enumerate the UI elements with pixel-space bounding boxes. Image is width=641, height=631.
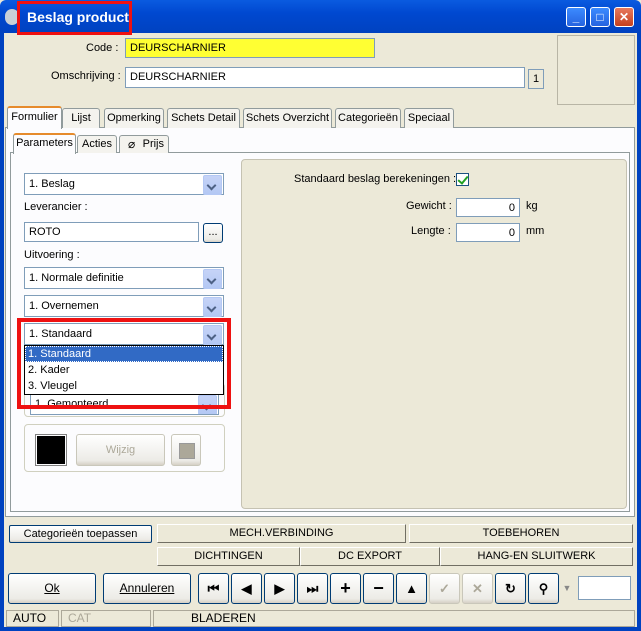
last-icon: ⏭ [306, 581, 319, 596]
gewicht-label: Gewicht : [406, 200, 452, 212]
leverancier-browse-button[interactable]: ... [203, 223, 223, 243]
mech-verbinding-button[interactable]: MECH.VERBINDING [157, 524, 406, 543]
triangle-up-icon: ▲ [405, 581, 418, 596]
language-index[interactable]: 1 [528, 69, 544, 89]
uitvoering-combo[interactable]: 1. Normale definitie [24, 267, 224, 289]
minus-icon: − [373, 578, 384, 598]
window-frame-right [637, 33, 641, 631]
status-mode: AUTO [6, 610, 59, 627]
tab-speciaal[interactable]: Speciaal [404, 108, 454, 128]
tab-lijst[interactable]: Lijst [62, 108, 100, 128]
wijzig-button[interactable]: Wijzig [76, 434, 165, 466]
mode-combo-value: 1. Overnemen [29, 300, 99, 312]
tab-formulier[interactable]: Formulier [7, 106, 62, 129]
tab-opmerking[interactable]: Opmerking [104, 108, 164, 128]
dichtingen-button[interactable]: DICHTINGEN [157, 547, 300, 566]
code-label: Code : [86, 42, 119, 54]
lengte-label: Lengte : [411, 225, 451, 237]
maximize-button[interactable]: □ [590, 7, 610, 27]
lengte-unit: mm [526, 225, 545, 237]
paperclip-icon: ⌀ [128, 137, 136, 151]
dropdown-highlight-box [17, 318, 231, 409]
color-swatch-fill [37, 436, 65, 464]
search-button[interactable]: ⚲ [528, 573, 559, 604]
refresh-button[interactable]: ↻ [495, 573, 526, 604]
previous-icon: ◀ [241, 581, 252, 596]
chevron-down-icon[interactable] [203, 175, 222, 195]
omschrijving-field[interactable]: DEURSCHARNIER [125, 67, 525, 88]
status-cat: CAT [61, 610, 151, 627]
toebehoren-button[interactable]: TOEBEHOREN [409, 524, 633, 543]
tab-schets-detail[interactable]: Schets Detail [167, 108, 240, 128]
type-combo-value: 1. Beslag [29, 178, 75, 190]
add-record-button[interactable]: + [330, 573, 361, 604]
square-icon [179, 443, 195, 459]
omschrijving-label: Omschrijving : [51, 70, 121, 82]
leverancier-label: Leverancier : [24, 201, 88, 213]
minimize-button[interactable]: _ [566, 7, 586, 27]
edit-record-button[interactable]: ▲ [396, 573, 427, 604]
color-clear-button[interactable] [171, 434, 201, 466]
plus-icon: + [340, 578, 351, 598]
lengte-field[interactable]: 0 [456, 223, 520, 242]
gewicht-unit: kg [526, 200, 538, 212]
confirm-button[interactable]: ✓ [429, 573, 460, 604]
tab-acties[interactable]: Acties [77, 135, 117, 153]
delete-record-button[interactable]: − [363, 573, 394, 604]
refresh-icon: ↻ [505, 581, 516, 596]
color-swatch[interactable] [35, 434, 67, 466]
title-highlight-box [17, 1, 132, 35]
first-record-button[interactable]: ⏮ [198, 573, 229, 604]
check-icon: ✓ [439, 581, 450, 596]
leverancier-field[interactable]: ROTO [24, 222, 199, 242]
minimize-icon: _ [572, 10, 580, 24]
mode-combo[interactable]: 1. Overnemen [24, 295, 224, 317]
x-icon: ✕ [472, 581, 483, 596]
gewicht-field[interactable]: 0 [456, 198, 520, 217]
tab-prijs-label: Prijs [142, 138, 164, 150]
hang-en-sluitwerk-button[interactable]: HANG-EN SLUITWERK [440, 547, 633, 566]
chevron-down-icon[interactable]: ▼ [562, 578, 572, 598]
window-frame-left [0, 33, 4, 631]
tab-schets-overzicht[interactable]: Schets Overzicht [243, 108, 332, 128]
binoculars-icon: ⚲ [538, 581, 549, 596]
chevron-down-icon[interactable] [203, 297, 222, 317]
tab-parameters[interactable]: Parameters [13, 133, 76, 154]
code-field[interactable]: DEURSCHARNIER [125, 38, 375, 58]
tab-prijs[interactable]: ⌀ Prijs [119, 135, 169, 153]
type-combo[interactable]: 1. Beslag [24, 173, 224, 195]
search-input[interactable] [578, 576, 631, 600]
chevron-down-icon[interactable] [203, 269, 222, 289]
uitvoering-label: Uitvoering : [24, 249, 80, 261]
status-state: BLADEREN [153, 610, 635, 627]
close-button[interactable]: ✕ [614, 7, 634, 27]
previous-record-button[interactable]: ◀ [231, 573, 262, 604]
window-frame-bottom [0, 627, 641, 631]
standaard-berekeningen-checkbox[interactable] [456, 173, 469, 186]
product-image-area[interactable] [557, 35, 635, 105]
annuleren-button[interactable]: Annuleren [103, 573, 191, 604]
cancel-edit-button[interactable]: ✕ [462, 573, 493, 604]
next-record-button[interactable]: ▶ [264, 573, 295, 604]
dc-export-button[interactable]: DC EXPORT [300, 547, 440, 566]
next-icon: ▶ [274, 581, 285, 596]
ok-button[interactable]: Ok [8, 573, 96, 604]
first-icon: ⏮ [207, 581, 220, 596]
uitvoering-combo-value: 1. Normale definitie [29, 272, 124, 284]
maximize-icon: □ [596, 10, 604, 24]
last-record-button[interactable]: ⏭ [297, 573, 328, 604]
tab-categorieen[interactable]: Categorieën [335, 108, 401, 128]
close-icon: ✕ [618, 10, 630, 24]
categorieen-toepassen-button[interactable]: Categorieën toepassen [9, 525, 152, 543]
standaard-berekeningen-label: Standaard beslag berekeningen : [294, 173, 457, 185]
